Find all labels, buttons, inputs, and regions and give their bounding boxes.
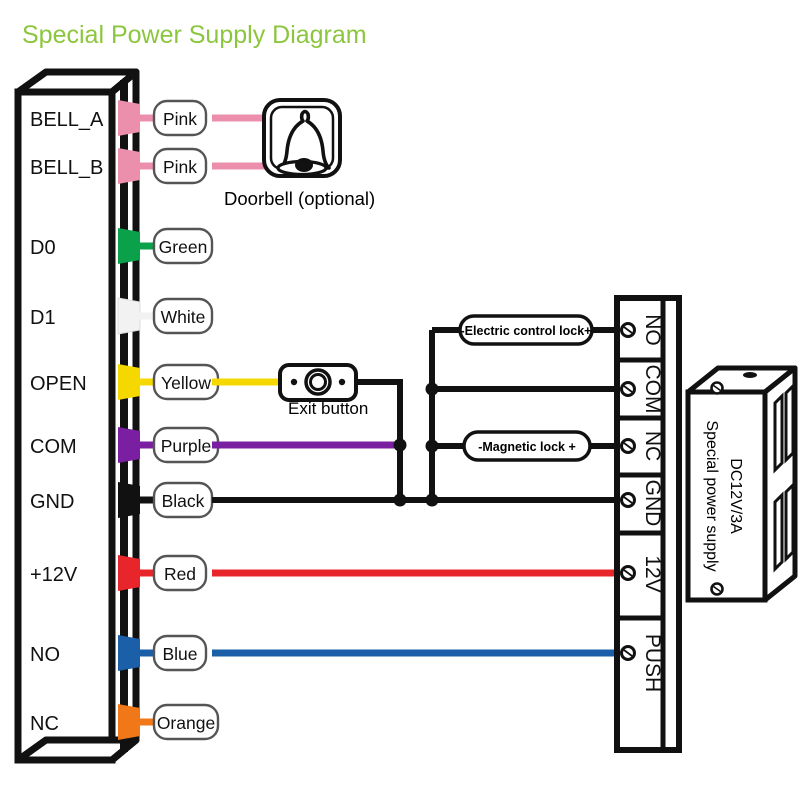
power-terminal-screw-push bbox=[620, 645, 636, 661]
terminal-label-com: COM bbox=[30, 436, 77, 458]
terminal-label--12v: +12V bbox=[30, 564, 78, 586]
wire-pill-label-d0: Green bbox=[159, 237, 208, 257]
page-title: Special Power Supply Diagram bbox=[22, 21, 367, 49]
wire-pill-label-com: Purple bbox=[161, 436, 212, 456]
power-terminal-screw-no bbox=[620, 322, 636, 338]
doorbell-wiring bbox=[212, 114, 268, 170]
terminal-label-nc: NC bbox=[30, 713, 59, 735]
wire-pill-label-no: Blue bbox=[162, 644, 197, 664]
electric-control-lock-label: -Electric control lock+ bbox=[461, 324, 592, 338]
terminal-label-no: NO bbox=[30, 644, 60, 666]
wire-pink-bell-a: Pink bbox=[118, 99, 208, 137]
electric-control-lock: -Electric control lock+ bbox=[458, 314, 594, 346]
terminal-label-bell-a: BELL_A bbox=[30, 109, 104, 131]
power-terminal-label-gnd: GND bbox=[641, 480, 664, 527]
wire-pill-label-open: Yellow bbox=[161, 373, 211, 393]
lock-bus-wires bbox=[429, 327, 622, 500]
power-terminal-screw-gnd bbox=[620, 492, 636, 508]
exit-button-icon-group bbox=[278, 363, 358, 402]
wire-blue-no: Blue bbox=[118, 634, 208, 672]
terminal-label-bell-b: BELL_B bbox=[30, 157, 103, 179]
magnetic-lock: -Magnetic lock + bbox=[462, 430, 592, 462]
power-terminal-screw-com bbox=[620, 381, 636, 397]
wire-yellow-open: Yellow bbox=[118, 363, 220, 401]
power-supply-name-label: Special power supply bbox=[703, 420, 720, 571]
wiring-diagram-svg: Special Power Supply Diagram BELL_A BELL_… bbox=[14, 21, 798, 764]
power-terminal-label-no: NO bbox=[641, 314, 664, 346]
wire-black-gnd: Black bbox=[118, 481, 214, 519]
terminal-label-d1: D1 bbox=[30, 307, 56, 329]
terminal-label-d0: D0 bbox=[30, 237, 56, 259]
power-terminal-screw-nc bbox=[620, 438, 636, 454]
power-terminal-label-push: PUSH bbox=[641, 634, 664, 692]
doorbell-icon-group bbox=[262, 98, 342, 178]
terminal-label-gnd: GND bbox=[30, 491, 74, 513]
magnetic-lock-label: -Magnetic lock + bbox=[478, 440, 576, 454]
wire-pill-label-nc: Orange bbox=[157, 713, 215, 733]
wire-pink-bell-b: Pink bbox=[118, 147, 208, 185]
power-terminal-label-nc: NC bbox=[641, 431, 664, 461]
power-terminal-screw-12v bbox=[620, 565, 636, 581]
power-terminal-label-com: COM bbox=[641, 365, 664, 414]
power-terminal-label-12v: 12V bbox=[641, 555, 664, 592]
doorbell-caption: Doorbell (optional) bbox=[224, 188, 375, 209]
terminal-label-open: OPEN bbox=[30, 373, 87, 395]
wire-pill-label-bell-b: Pink bbox=[163, 157, 197, 177]
wire-green-d0: Green bbox=[118, 227, 214, 265]
wire-pill-label-bell-a: Pink bbox=[163, 109, 197, 129]
wire-purple-com: Purple bbox=[118, 426, 220, 464]
power-terminal-labels: NO COM NC GND 12V PUSH bbox=[641, 314, 664, 692]
wire-pill-label-d1: White bbox=[161, 307, 206, 327]
exit-button-caption: Exit button bbox=[288, 399, 368, 418]
wire-pill-label--12v: Red bbox=[164, 564, 196, 584]
power-supply-model-label: DC12V/3A bbox=[727, 458, 744, 534]
diagram-canvas: Special Power Supply Diagram BELL_A BELL_… bbox=[0, 0, 800, 800]
wire-orange-nc: Orange bbox=[118, 703, 220, 741]
wire-red--12v: Red bbox=[118, 554, 208, 592]
wire-pill-label-gnd: Black bbox=[162, 491, 205, 511]
wire-white-d1: White bbox=[117, 297, 214, 335]
